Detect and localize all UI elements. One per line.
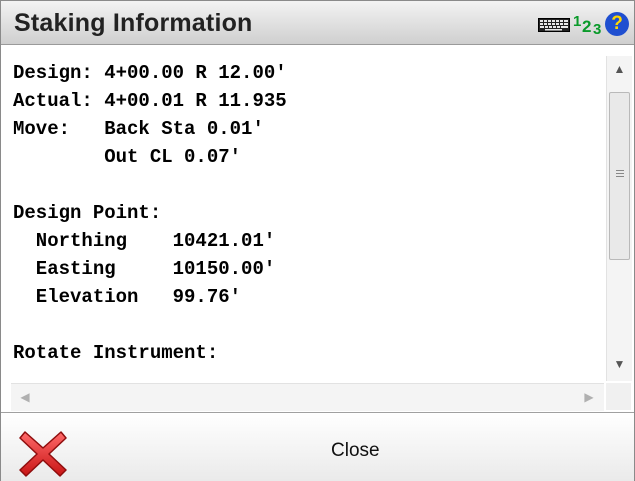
title-bar: Staking Information 1 2 3 ? xyxy=(1,1,634,45)
elevation-line: Elevation 99.76' xyxy=(13,286,242,308)
northing-line: Northing 10421.01' xyxy=(13,230,276,252)
actual-line: Actual: 4+00.01 R 11.935 xyxy=(13,90,287,112)
horizontal-scrollbar[interactable]: ◀ ▶ xyxy=(11,383,604,411)
footer-bar: Close xyxy=(1,413,634,481)
easting-line: Easting 10150.00' xyxy=(13,258,276,280)
grip-line xyxy=(616,173,624,174)
help-icon[interactable]: ? xyxy=(605,12,629,36)
vertical-scrollbar[interactable]: ▲ ▼ xyxy=(606,56,632,381)
scroll-right-arrow-icon[interactable]: ▶ xyxy=(579,384,599,411)
close-button[interactable]: Close xyxy=(1,413,634,481)
red-x-close-icon xyxy=(19,431,67,477)
window-title: Staking Information xyxy=(14,9,253,37)
staking-details-text: Design: 4+00.00 R 12.00' Actual: 4+00.01… xyxy=(11,56,604,383)
staking-window: Staking Information 1 2 3 ? Design: 4+00… xyxy=(0,0,635,481)
scroll-up-arrow-icon[interactable]: ▲ xyxy=(607,59,632,79)
scroll-down-arrow-icon[interactable]: ▼ xyxy=(607,354,632,374)
grip-line xyxy=(616,176,624,177)
scroll-left-arrow-icon[interactable]: ◀ xyxy=(15,384,35,411)
rotate-instrument-line: Rotate Instrument: xyxy=(13,342,219,364)
design-point-heading: Design Point: xyxy=(13,202,162,224)
design-line: Design: 4+00.00 R 12.00' xyxy=(13,62,287,84)
out-cl-line: Out CL 0.07' xyxy=(13,146,242,168)
close-label: Close xyxy=(331,440,380,461)
vertical-scroll-thumb[interactable] xyxy=(609,92,630,260)
keyboard-icon[interactable] xyxy=(538,18,570,32)
move-line: Move: Back Sta 0.01' xyxy=(13,118,264,140)
scrollbar-corner xyxy=(606,383,631,410)
numeric-keypad-icon[interactable]: 1 2 3 xyxy=(573,11,605,38)
grip-line xyxy=(616,170,624,171)
